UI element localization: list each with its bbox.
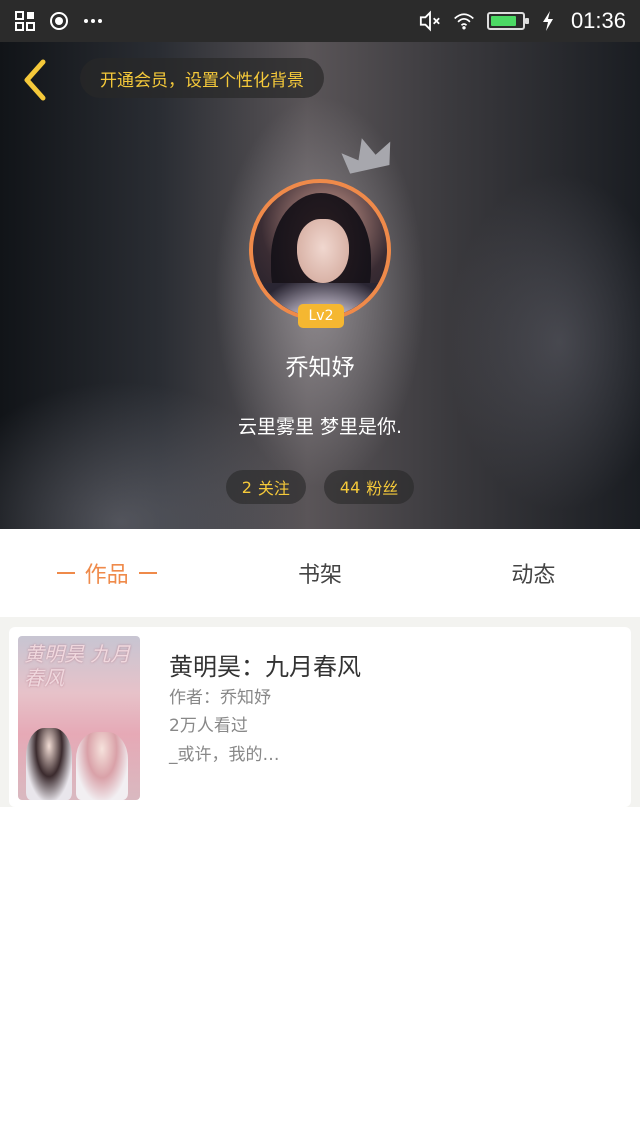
book-author: 作者：乔知妤 [169, 688, 271, 708]
book-card[interactable]: 黄明昊 九月春风 黄明昊：九月春风 作者：乔知妤 2万人看过 _或许，我的… [9, 627, 631, 807]
tab-activity-label: 动态 [511, 563, 556, 588]
following-button[interactable]: 2 关注 [225, 470, 306, 504]
wifi-icon [453, 10, 475, 32]
vip-background-button[interactable]: 开通会员，设置个性化背景 [80, 58, 324, 98]
cover-title: 黄明昊 九月春风 [24, 642, 131, 690]
following-label: 关注 [257, 479, 290, 498]
mute-icon [419, 10, 441, 32]
clock: 01:36 [570, 8, 626, 33]
tab-bar: 作品 书架 动态 [0, 529, 640, 617]
tab-bookshelf[interactable]: 书架 [213, 529, 426, 617]
grid-icon [14, 10, 36, 32]
charging-icon [537, 10, 559, 32]
chevron-left-icon [24, 59, 46, 101]
back-button[interactable] [14, 58, 58, 102]
more-dots-icon [82, 10, 104, 32]
avatar[interactable] [249, 179, 391, 321]
status-bar: 01:36 [0, 0, 640, 42]
battery-icon [486, 12, 529, 30]
record-icon [48, 10, 70, 32]
level-badge: Lv2 [298, 304, 344, 328]
tab-bookshelf-label: 书架 [297, 563, 342, 588]
stats: 2 关注 44 粉丝 [0, 470, 640, 504]
followers-label: 粉丝 [366, 479, 399, 498]
following-count: 2 [241, 477, 252, 497]
book-cover: 黄明昊 九月春风 [18, 636, 140, 800]
book-excerpt: _或许，我的… [169, 745, 280, 765]
profile-header: 开通会员，设置个性化背景 Lv2 乔知妤 云里雾里 梦里是你. 2 关注 44 … [0, 42, 640, 529]
tab-activity[interactable]: 动态 [427, 529, 640, 617]
bio: 云里雾里 梦里是你. [237, 416, 403, 438]
tab-works[interactable]: 作品 [0, 529, 213, 617]
username: 乔知妤 [285, 355, 355, 381]
followers-button[interactable]: 44 粉丝 [323, 470, 415, 504]
followers-count: 44 [339, 477, 361, 497]
tab-works-label: 作品 [84, 563, 129, 588]
book-views: 2万人看过 [169, 716, 248, 736]
book-title: 黄明昊：九月春风 [169, 653, 361, 681]
